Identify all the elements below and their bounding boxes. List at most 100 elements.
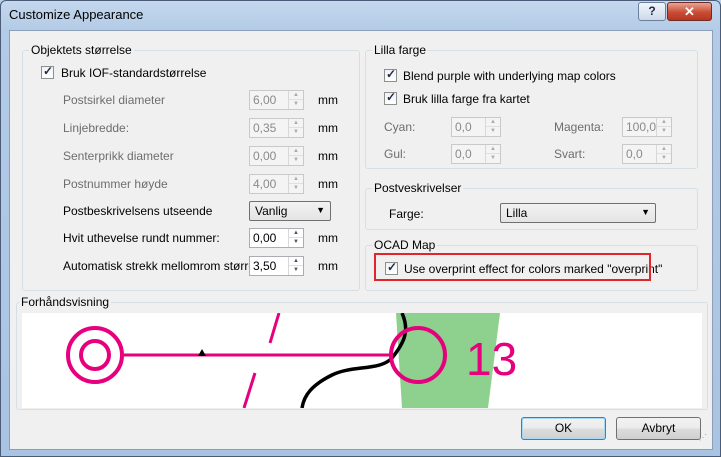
chevron-down-icon: ▼ [316, 205, 325, 215]
spin-down-icon[interactable]: ▼ [657, 154, 671, 163]
blend-purple-checkbox[interactable] [384, 67, 397, 82]
spin-up-icon[interactable]: ▲ [289, 229, 303, 238]
control-circle-diameter-input[interactable]: 6,00 ▲ ▼ [249, 90, 304, 110]
spinner-arrows[interactable]: ▲ ▼ [288, 91, 303, 109]
spin-down-icon[interactable]: ▼ [486, 127, 500, 136]
use-iof-checkbox[interactable] [41, 64, 54, 79]
cyan-label: Cyan: [384, 120, 416, 134]
line-width-value: 0,35 [253, 121, 277, 135]
use-iof-label: Bruk IOF-standardstørrelse [61, 66, 207, 80]
spin-up-icon[interactable]: ▲ [289, 91, 303, 100]
control-circle-diameter-label: Postsirkel diameter [63, 93, 166, 107]
unit-label: mm [318, 177, 338, 191]
spin-up-icon[interactable]: ▲ [657, 145, 671, 154]
annotation-highlight-box [374, 253, 651, 281]
spin-down-icon[interactable]: ▼ [289, 184, 303, 193]
magenta-input[interactable]: 100,0 ▲ ▼ [622, 117, 672, 137]
yellow-label: Gul: [384, 147, 407, 161]
group-purple-color: Lilla farge Blend purple with underlying… [365, 43, 698, 169]
spinner-arrows[interactable]: ▲ ▼ [288, 119, 303, 137]
spinner-arrows[interactable]: ▲ ▼ [288, 257, 303, 275]
dialog-client-area: Objektets størrelse Bruk IOF-standardstø… [9, 30, 713, 450]
spinner-arrows[interactable]: ▲ ▼ [288, 229, 303, 247]
spin-down-icon[interactable]: ▼ [657, 127, 671, 136]
spin-up-icon[interactable]: ▲ [289, 119, 303, 128]
center-dot-diameter-input[interactable]: 0,00 ▲ ▼ [249, 146, 304, 166]
cyan-value: 0,0 [455, 120, 472, 134]
dialog-window: Customize Appearance ? ✕ Objektets størr… [0, 0, 721, 457]
spin-down-icon[interactable]: ▼ [486, 154, 500, 163]
group-descriptions-title: Postveskrivelser [372, 181, 464, 195]
line-width-label: Linjebredde: [63, 121, 130, 135]
auto-gap-value: 3,50 [253, 259, 277, 273]
group-object-size: Objektets størrelse Bruk IOF-standardstø… [22, 43, 360, 291]
unit-label: mm [318, 149, 338, 163]
description-style-select[interactable]: Vanlig ▼ [249, 201, 331, 221]
title-bar[interactable]: Customize Appearance ? ✕ [1, 1, 720, 29]
group-descriptions: Postveskrivelser Farge: Lilla ▼ [365, 181, 698, 230]
spin-up-icon[interactable]: ▲ [289, 147, 303, 156]
control-number-height-input[interactable]: 4,00 ▲ ▼ [249, 174, 304, 194]
dashed-segment [242, 372, 257, 408]
black-label: Svart: [554, 147, 586, 161]
description-color-value: Lilla [506, 206, 528, 220]
spin-down-icon[interactable]: ▼ [289, 238, 303, 247]
group-ocad-map-title: OCAD Map [372, 238, 438, 252]
description-color-label: Farge: [389, 207, 424, 221]
black-value: 0,0 [626, 147, 643, 161]
black-input[interactable]: 0,0 ▲ ▼ [622, 144, 672, 164]
spin-down-icon[interactable]: ▼ [289, 156, 303, 165]
description-style-label: Postbeskrivelsens utseende [63, 204, 213, 218]
control-number-height-value: 4,00 [253, 177, 277, 191]
cancel-button[interactable]: Avbryt [616, 417, 701, 440]
white-outline-value: 0,00 [253, 231, 277, 245]
spinner-arrows[interactable]: ▲ ▼ [288, 147, 303, 165]
close-button[interactable]: ✕ [667, 2, 712, 21]
spin-up-icon[interactable]: ▲ [486, 145, 500, 154]
yellow-value: 0,0 [455, 147, 472, 161]
control-number-label: 13 [466, 333, 517, 385]
auto-gap-label: Automatisk strekk mellomrom størrelse: [63, 259, 274, 273]
spinner-arrows[interactable]: ▲ ▼ [288, 175, 303, 193]
spin-up-icon[interactable]: ▲ [486, 118, 500, 127]
spin-up-icon[interactable]: ▲ [289, 257, 303, 266]
description-style-value: Vanlig [255, 204, 288, 218]
use-map-purple-label: Bruk lilla farge fra kartet [403, 92, 530, 106]
auto-gap-input[interactable]: 3,50 ▲ ▼ [249, 256, 304, 276]
group-purple-color-title: Lilla farge [372, 43, 429, 57]
line-width-input[interactable]: 0,35 ▲ ▼ [249, 118, 304, 138]
spin-down-icon[interactable]: ▼ [289, 100, 303, 109]
spin-down-icon[interactable]: ▼ [289, 266, 303, 275]
center-dot-diameter-value: 0,00 [253, 149, 277, 163]
preview-map: 13 [66, 313, 517, 408]
spinner-arrows[interactable]: ▲ ▼ [485, 118, 500, 136]
group-preview-title: Forhåndsvisning [19, 295, 112, 309]
help-button[interactable]: ? [638, 2, 666, 21]
use-map-purple-checkbox[interactable] [384, 90, 397, 105]
control-circle-diameter-value: 6,00 [253, 93, 277, 107]
spin-up-icon[interactable]: ▲ [289, 175, 303, 184]
spin-up-icon[interactable]: ▲ [657, 118, 671, 127]
unit-label: mm [318, 121, 338, 135]
spinner-arrows[interactable]: ▲ ▼ [656, 145, 671, 163]
resize-grip-icon[interactable]: ⋰ [699, 434, 710, 447]
white-outline-input[interactable]: 0,00 ▲ ▼ [249, 228, 304, 248]
ok-button[interactable]: OK [521, 417, 606, 440]
spinner-arrows[interactable]: ▲ ▼ [656, 118, 671, 136]
chevron-down-icon: ▼ [641, 207, 650, 217]
blend-purple-label: Blend purple with underlying map colors [403, 69, 616, 83]
start-circle-outer [66, 326, 124, 384]
cyan-input[interactable]: 0,0 ▲ ▼ [451, 117, 501, 137]
spinner-arrows[interactable]: ▲ ▼ [485, 145, 500, 163]
magenta-label: Magenta: [554, 120, 605, 134]
spin-down-icon[interactable]: ▼ [289, 128, 303, 137]
group-object-size-title: Objektets størrelse [29, 43, 134, 57]
yellow-input[interactable]: 0,0 ▲ ▼ [451, 144, 501, 164]
control-number-height-label: Postnummer høyde [63, 177, 168, 191]
preview-canvas: 13 [22, 313, 702, 408]
unit-label: mm [318, 259, 338, 273]
center-dot-diameter-label: Senterprikk diameter [63, 149, 174, 163]
description-color-select[interactable]: Lilla ▼ [500, 203, 656, 223]
unit-label: mm [318, 93, 338, 107]
white-outline-label: Hvit uthevelse rundt nummer: [63, 231, 220, 245]
